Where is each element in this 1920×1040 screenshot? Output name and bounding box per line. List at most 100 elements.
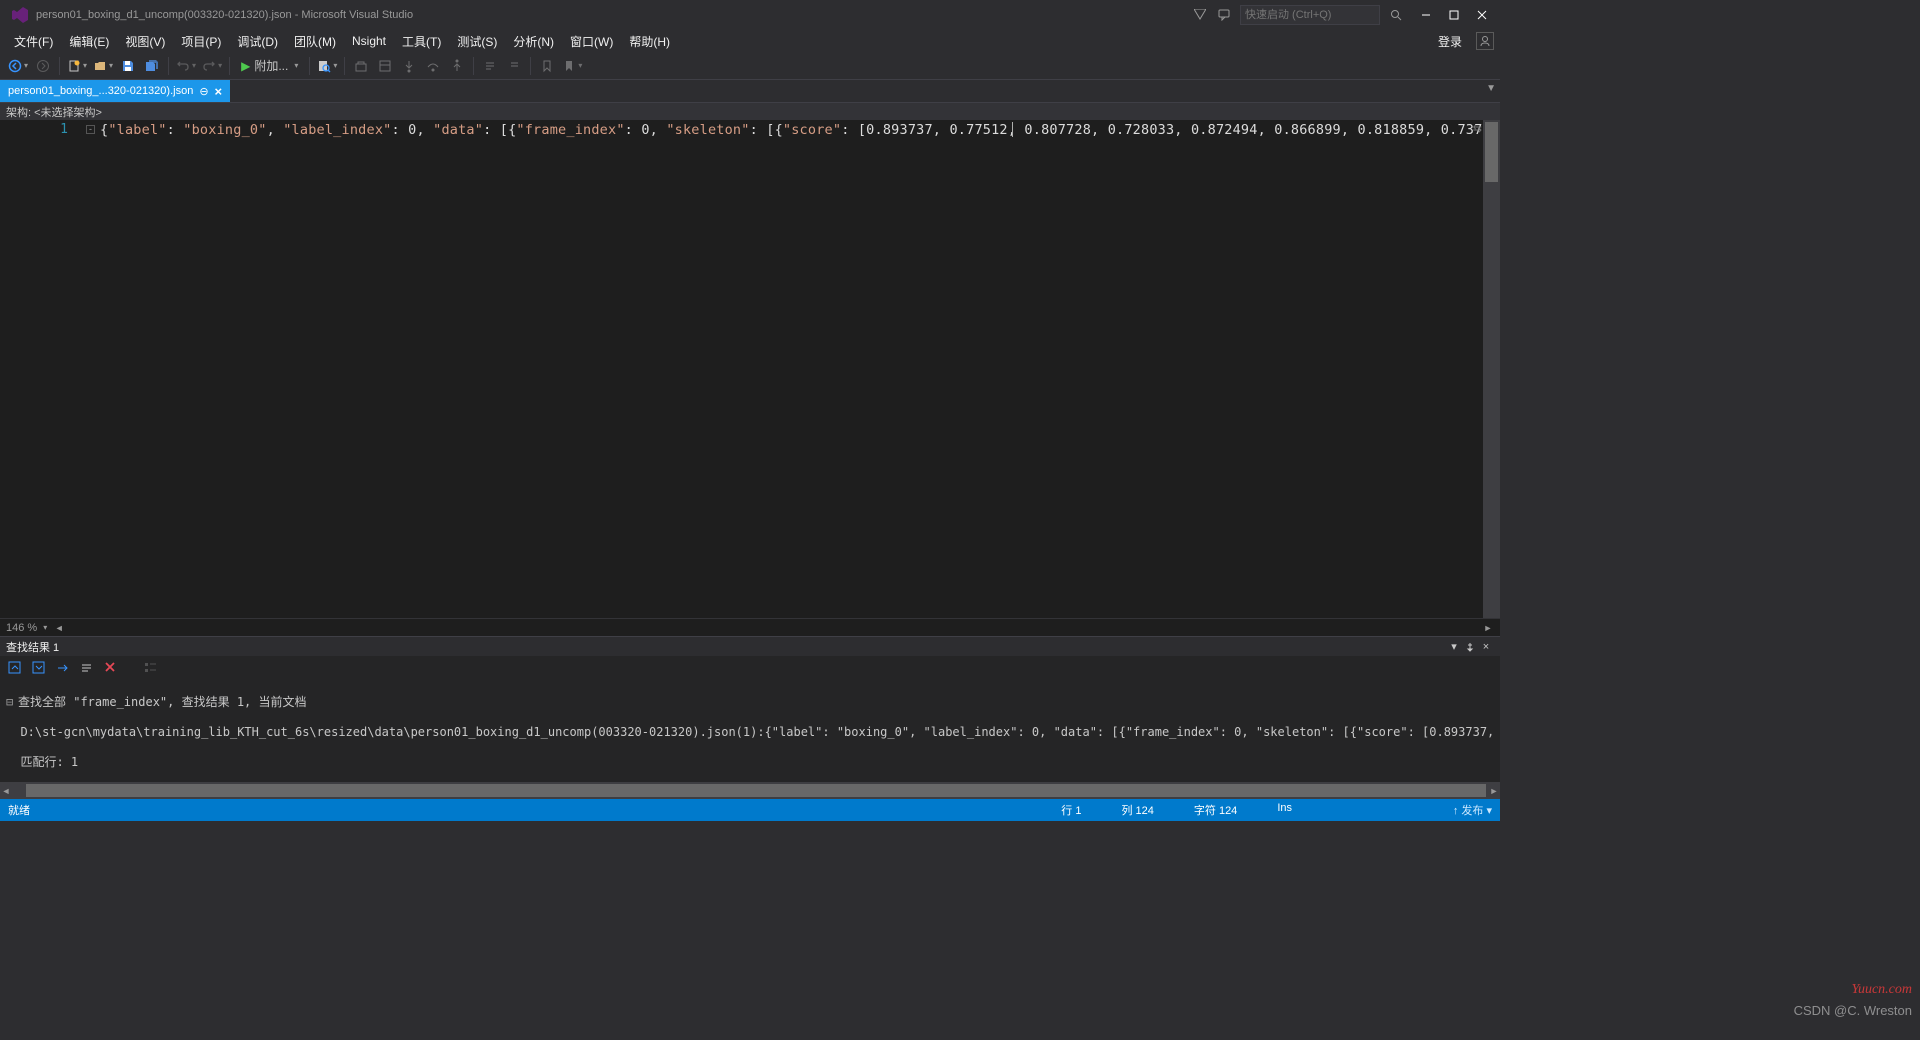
find-scrollbar-thumb[interactable] [26, 784, 1486, 797]
menu-file[interactable]: 文件(F) [6, 31, 61, 52]
find-results-content[interactable]: ⊟查找全部 "frame_index", 查找结果 1, 当前文档 D:\st-… [0, 678, 1500, 782]
tab-overflow-icon[interactable]: ▼ [1486, 83, 1496, 94]
status-publish[interactable]: ↑ 发布 ▾ [1292, 802, 1492, 818]
redo-button[interactable]: ▾ [200, 59, 224, 73]
horizontal-scrollbar[interactable] [71, 619, 1476, 636]
find-summary: 查找全部 "frame_index", 查找结果 1, 当前文档 [18, 695, 307, 709]
menu-bar: 文件(F) 编辑(E) 视图(V) 项目(P) 调试(D) 团队(M) Nsig… [0, 30, 1500, 52]
find-results-toolbar [0, 656, 1500, 678]
menu-window[interactable]: 窗口(W) [562, 31, 621, 52]
step-into-button[interactable] [398, 55, 420, 77]
find-horizontal-scrollbar[interactable]: ◄ ► [0, 782, 1500, 799]
save-all-button[interactable] [141, 55, 163, 77]
menu-test[interactable]: 测试(S) [449, 31, 505, 52]
vs-logo-icon [10, 5, 30, 25]
tab-active[interactable]: person01_boxing_...320-021320).json ⊖ × [0, 80, 230, 102]
find-in-files-button[interactable]: ▾ [315, 59, 339, 73]
status-char: 字符 124 [1194, 802, 1237, 818]
attach-button[interactable]: ▶ 附加... ▾ [235, 57, 304, 74]
schema-bar[interactable]: 架构: <未选择架构> [0, 102, 1500, 120]
status-ready: 就绪 [8, 802, 1061, 818]
nav-forward-button[interactable] [32, 55, 54, 77]
nav-back-button[interactable]: ▾ [6, 59, 30, 73]
search-icon[interactable] [1388, 9, 1404, 21]
zoom-level[interactable]: 146 % [6, 622, 37, 634]
find-match-count: 匹配行: 1 [6, 755, 1494, 770]
hscroll-right-icon[interactable]: ► [1482, 622, 1494, 634]
bookmark-button[interactable] [536, 55, 558, 77]
close-button[interactable] [1468, 5, 1496, 25]
menu-debug[interactable]: 调试(D) [229, 31, 286, 52]
fold-toggle-icon[interactable]: - [86, 125, 95, 134]
watermark: CSDN @C. Wreston [1794, 1003, 1912, 1018]
step-over-button[interactable] [422, 55, 444, 77]
panel-pin-icon[interactable] [1462, 639, 1478, 655]
status-col: 列 124 [1121, 802, 1153, 818]
login-link[interactable]: 登录 [1430, 31, 1470, 52]
clear-results-icon[interactable] [78, 659, 94, 675]
panel-close-icon[interactable]: × [1478, 639, 1494, 655]
menu-analyze[interactable]: 分析(N) [505, 31, 562, 52]
status-bar: 就绪 行 1 列 124 字符 124 Ins ↑ 发布 ▾ [0, 799, 1500, 821]
fhscroll-left-icon[interactable]: ◄ [0, 785, 12, 797]
code-content[interactable]: {"label": "boxing_0", "label_index": 0, … [100, 122, 1482, 138]
bookmark-dropdown[interactable]: ▾ [560, 59, 584, 73]
status-line: 行 1 [1061, 802, 1081, 818]
open-button[interactable]: ▾ [91, 59, 115, 73]
comment-button[interactable] [479, 55, 501, 77]
goto-prev-icon[interactable] [6, 659, 22, 675]
line-number: 1 [0, 122, 68, 137]
code-editor[interactable]: 1 - {"label": "boxing_0", "label_index":… [0, 120, 1500, 618]
pin-icon[interactable]: ⊖ [199, 85, 208, 98]
hscroll-left-icon[interactable]: ◄ [53, 622, 65, 634]
minimize-button[interactable] [1412, 5, 1440, 25]
find-results-title: 查找结果 1 [6, 639, 1446, 655]
new-button[interactable]: ▾ [65, 59, 89, 73]
watermark: Yuucn.com [1851, 982, 1912, 998]
notifications-icon[interactable] [1192, 7, 1208, 23]
feedback-icon[interactable] [1216, 7, 1232, 23]
goto-location-icon[interactable] [54, 659, 70, 675]
undo-button[interactable]: ▾ [174, 59, 198, 73]
vertical-scrollbar[interactable] [1483, 120, 1500, 618]
status-ins: Ins [1277, 802, 1292, 818]
scrollbar-thumb[interactable] [1485, 122, 1498, 182]
tab-close-icon[interactable]: × [215, 84, 223, 99]
window-title: person01_boxing_d1_uncomp(003320-021320)… [36, 9, 1192, 21]
find-result-line[interactable]: D:\st-gcn\mydata\training_lib_KTH_cut_6s… [6, 725, 1494, 740]
menu-nsight[interactable]: Nsight [344, 32, 394, 50]
main-toolbar: ▾ ▾ ▾ ▾ ▾ ▶ 附加... ▾ ▾ [0, 52, 1500, 80]
title-bar: person01_boxing_d1_uncomp(003320-021320)… [0, 0, 1500, 30]
expand-icon[interactable]: ⊟ [6, 695, 18, 710]
schema-value: <未选择架构> [34, 104, 102, 120]
document-tab-bar: person01_boxing_...320-021320).json ⊖ × … [0, 80, 1500, 102]
attach-label: 附加... [254, 57, 288, 74]
line-numbers: 1 [0, 120, 80, 618]
stop-search-icon[interactable] [102, 659, 118, 675]
text-cursor [1012, 122, 1013, 137]
menu-view[interactable]: 视图(V) [117, 31, 173, 52]
fhscroll-right-icon[interactable]: ► [1488, 785, 1500, 797]
user-icon[interactable] [1476, 32, 1494, 50]
menu-team[interactable]: 团队(M) [286, 31, 344, 52]
find-results-title-bar: 查找结果 1 ▾ × [0, 636, 1500, 656]
split-view-icon[interactable]: ⇆ [1473, 122, 1482, 135]
quick-launch-input[interactable] [1240, 5, 1380, 25]
tab-label: person01_boxing_...320-021320).json [8, 85, 193, 97]
properties-button[interactable] [374, 55, 396, 77]
menu-project[interactable]: 项目(P) [173, 31, 229, 52]
goto-next-icon[interactable] [30, 659, 46, 675]
schema-label: 架构: [6, 104, 31, 120]
editor-footer-bar: 146 % ▾ ◄ ► [0, 618, 1500, 636]
list-view-icon[interactable] [142, 659, 158, 675]
menu-edit[interactable]: 编辑(E) [61, 31, 117, 52]
uncomment-button[interactable] [503, 55, 525, 77]
toolbox-button[interactable] [350, 55, 372, 77]
menu-tools[interactable]: 工具(T) [394, 31, 449, 52]
maximize-button[interactable] [1440, 5, 1468, 25]
menu-help[interactable]: 帮助(H) [621, 31, 678, 52]
panel-menu-icon[interactable]: ▾ [1446, 639, 1462, 655]
step-out-button[interactable] [446, 55, 468, 77]
zoom-caret-icon[interactable]: ▾ [43, 623, 47, 632]
save-button[interactable] [117, 55, 139, 77]
